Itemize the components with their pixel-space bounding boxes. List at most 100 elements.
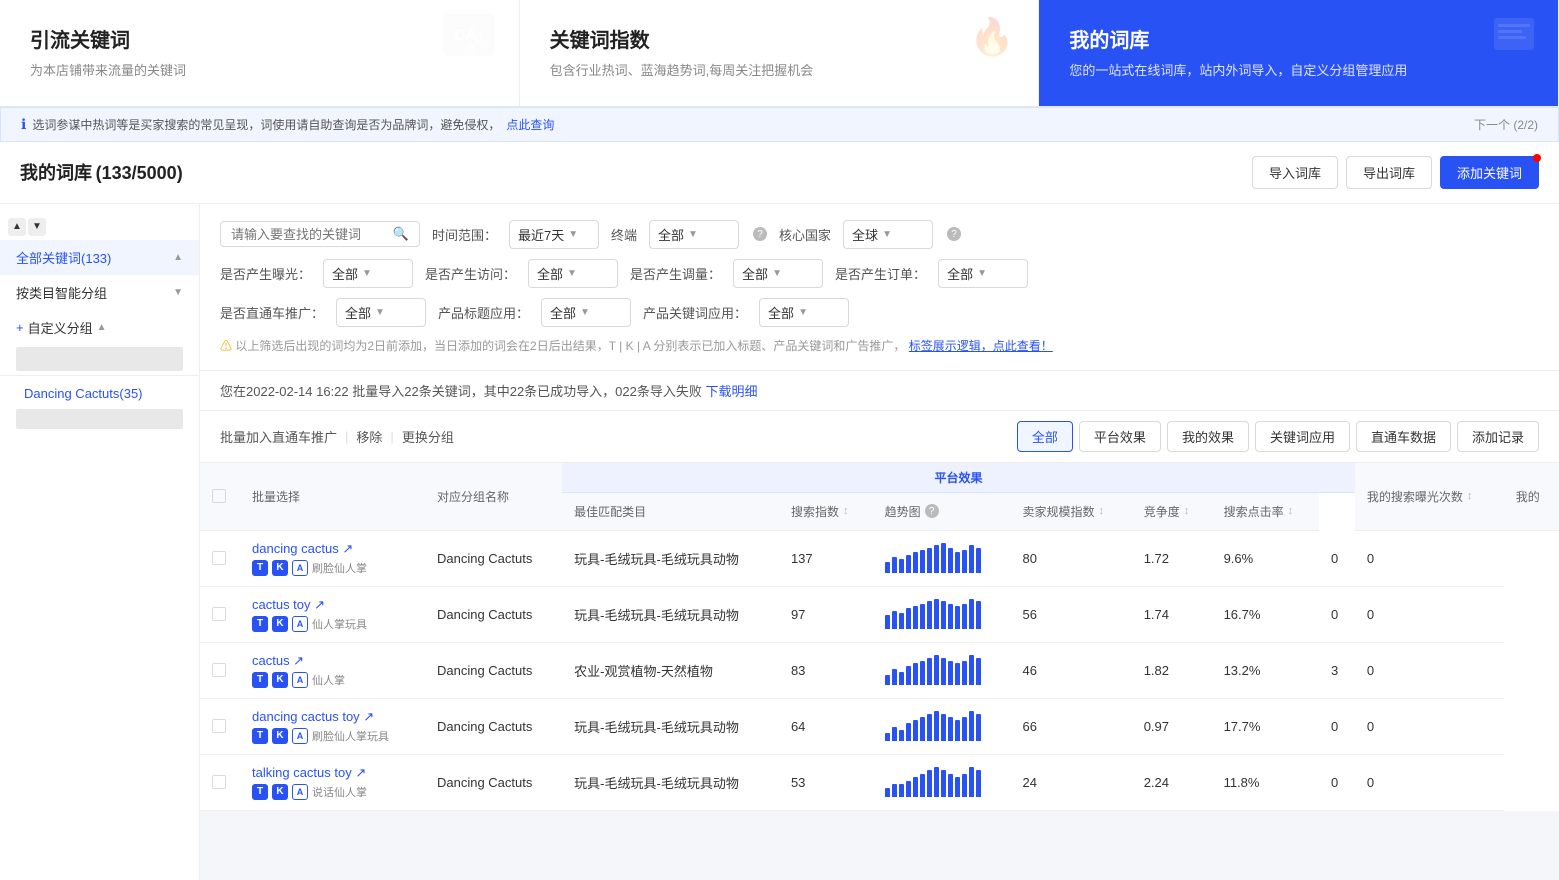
filter-note: ⚠ 以上筛选后出现的词均为2日前添加，当日添加的词会在2日后出结果，T | K … [220, 337, 1539, 354]
tab-direct-traffic[interactable]: 直通车数据 [1356, 421, 1451, 452]
row-search-ctr-cell: 9.6% [1212, 530, 1319, 586]
direct-promote-value: 全部 [345, 303, 371, 322]
row-search-ctr-cell: 11.8% [1212, 754, 1319, 810]
terminal-info-icon[interactable]: ? [753, 227, 767, 241]
row-seller-scale-cell: 24 [1010, 754, 1131, 810]
row-best-match: 农业-观赏植物-天然植物 [574, 664, 713, 679]
country-info-icon[interactable]: ? [947, 227, 961, 241]
tab-all[interactable]: 全部 [1017, 421, 1073, 452]
sidebar-placeholder-1 [16, 347, 183, 371]
custom-group-label: 自定义分组 [28, 318, 93, 337]
visit-select[interactable]: 全部 ▼ [528, 259, 618, 288]
notice-bar: ℹ 选词参谋中热词等是买家搜索的常见呈现，词使用请自助查询是否为品牌词，避免侵权… [0, 107, 1559, 142]
sidebar-item-smart-group[interactable]: 按类目智能分组 ▼ [0, 275, 199, 310]
card-traffic-keywords[interactable]: 引流关键词 为本店铺带来流量的关键词 CA B D [0, 0, 520, 106]
order-select[interactable]: 全部 ▼ [733, 259, 823, 288]
row-my-other: 0 [1367, 607, 1374, 622]
title-apply-select[interactable]: 全部 ▼ [541, 298, 631, 327]
sidebar-nav-up[interactable]: ▲ [8, 218, 26, 236]
sidebar-item-dancing-cactuts[interactable]: Dancing Cactuts(35) [0, 380, 199, 407]
custom-group-arrow: ▲ [97, 322, 107, 333]
title-apply-value: 全部 [550, 303, 576, 322]
change-group-btn[interactable]: 更换分组 [402, 427, 454, 446]
terminal-select[interactable]: 全部 ▼ [649, 220, 739, 249]
row-checkbox-cell [200, 586, 240, 642]
tab-add-record[interactable]: 添加记录 [1457, 421, 1539, 452]
row-checkbox[interactable] [212, 775, 226, 789]
tag-a: A [292, 616, 308, 632]
row-search-ctr: 17.7% [1224, 719, 1261, 734]
keyword-search-input[interactable] [231, 227, 393, 242]
row-checkbox[interactable] [212, 719, 226, 733]
keyword-apply-select[interactable]: 全部 ▼ [759, 298, 849, 327]
terminal-value: 全部 [658, 225, 684, 244]
row-best-match-cell: 玩具-毛绒玩具-毛绒玩具动物 [562, 754, 779, 810]
export-library-button[interactable]: 导出词库 [1346, 156, 1432, 189]
tab-keyword-apply[interactable]: 关键词应用 [1255, 421, 1350, 452]
competition-sort[interactable]: ↕ [1184, 505, 1190, 517]
smart-group-label: 按类目智能分组 [16, 283, 107, 302]
row-seller-scale-cell: 46 [1010, 642, 1131, 698]
row-search-index: 137 [791, 551, 813, 566]
tag-text: 仙人掌玩具 [312, 616, 367, 632]
row-checkbox[interactable] [212, 607, 226, 621]
card-traffic-icon: CA B D [439, 10, 499, 70]
add-custom-group-icon[interactable]: + [16, 320, 24, 335]
search-ctr-sort[interactable]: ↕ [1288, 505, 1294, 517]
row-group-name: Dancing Cactuts [437, 551, 532, 566]
notification-dot [1533, 154, 1541, 162]
row-search-ctr-cell: 17.7% [1212, 698, 1319, 754]
time-range-select[interactable]: 最近7天 ▼ [509, 220, 599, 249]
core-country-select[interactable]: 全球 ▼ [843, 220, 933, 249]
row-checkbox[interactable] [212, 551, 226, 565]
notice-link[interactable]: 点此查询 [506, 116, 554, 133]
terminal-label: 终端 [611, 225, 637, 244]
sidebar-item-custom-group[interactable]: + 自定义分组 ▲ [0, 310, 199, 345]
tab-my-effect[interactable]: 我的效果 [1167, 421, 1249, 452]
trend-chart [885, 655, 999, 685]
import-notice-text: 您在2022-02-14 16:22 批量导入22条关键词，其中22条已成功导入… [220, 384, 702, 399]
tag-k: K [272, 616, 288, 632]
batch-add-btn[interactable]: 批量加入直通车推广 [220, 427, 337, 446]
row-group-cell: Dancing Cactuts [425, 698, 562, 754]
keyword-link[interactable]: dancing cactus ↗ [252, 541, 353, 556]
card-keyword-index[interactable]: 关键词指数 包含行业热词、蓝海趋势词,每周关注把握机会 🔥 [520, 0, 1040, 106]
trend-info-icon[interactable]: ? [925, 504, 939, 518]
add-keyword-button[interactable]: 添加关键词 [1440, 156, 1539, 189]
tag-text: 说话仙人掌 [312, 784, 367, 800]
row-my-exposure-cell: 0 [1319, 586, 1355, 642]
keyword-link[interactable]: cactus ↗ [252, 653, 304, 668]
exposure-select[interactable]: 全部 ▼ [323, 259, 413, 288]
row-checkbox[interactable] [212, 663, 226, 677]
row-best-match-cell: 农业-观赏植物-天然植物 [562, 642, 779, 698]
terminal-arrow: ▼ [688, 229, 698, 240]
row-search-index: 83 [791, 663, 805, 678]
card-my-library[interactable]: 我的词库 您的一站式在线词库，站内外词导入，自定义分组管理应用 [1039, 0, 1559, 106]
th-best-match: 最佳匹配类目 [562, 492, 779, 530]
remove-btn[interactable]: 移除 [356, 427, 382, 446]
keyword-search-input-wrapper[interactable]: 🔍 [220, 221, 420, 247]
tag-t: T [252, 784, 268, 800]
sidebar-all-label: 全部关键词(133) [16, 248, 111, 267]
direct-promote-select[interactable]: 全部 ▼ [336, 298, 426, 327]
sidebar-item-all-keywords[interactable]: 全部关键词(133) ▲ [0, 240, 199, 275]
row-keyword-cell: talking cactus toy ↗ TKA 说话仙人掌 [240, 754, 425, 810]
th-trend: 趋势图 ? [873, 492, 1011, 530]
my-search-exposure-sort[interactable]: ↕ [1467, 490, 1473, 502]
row-keyword-cell: dancing cactus toy ↗ TKA 刷脸仙人掌玩具 [240, 698, 425, 754]
select-all-checkbox[interactable] [212, 489, 226, 503]
import-library-button[interactable]: 导入词库 [1252, 156, 1338, 189]
search-index-sort[interactable]: ↕ [843, 505, 849, 517]
row-my-other-cell: 0 [1355, 586, 1504, 642]
row-my-other-cell: 0 [1355, 642, 1504, 698]
tab-platform-effect[interactable]: 平台效果 [1079, 421, 1161, 452]
keyword-link[interactable]: dancing cactus toy ↗ [252, 709, 374, 724]
import-notice-link[interactable]: 下载明细 [706, 384, 758, 399]
seller-scale-sort[interactable]: ↕ [1098, 505, 1104, 517]
filter-note-link[interactable]: 标签展示逻辑，点此查看！ [909, 339, 1053, 353]
keyword-link[interactable]: cactus toy ↗ [252, 597, 325, 612]
sales-order-select[interactable]: 全部 ▼ [938, 259, 1028, 288]
row-group-cell: Dancing Cactuts [425, 586, 562, 642]
keyword-link[interactable]: talking cactus toy ↗ [252, 765, 366, 780]
sidebar-nav-down[interactable]: ▼ [28, 218, 46, 236]
